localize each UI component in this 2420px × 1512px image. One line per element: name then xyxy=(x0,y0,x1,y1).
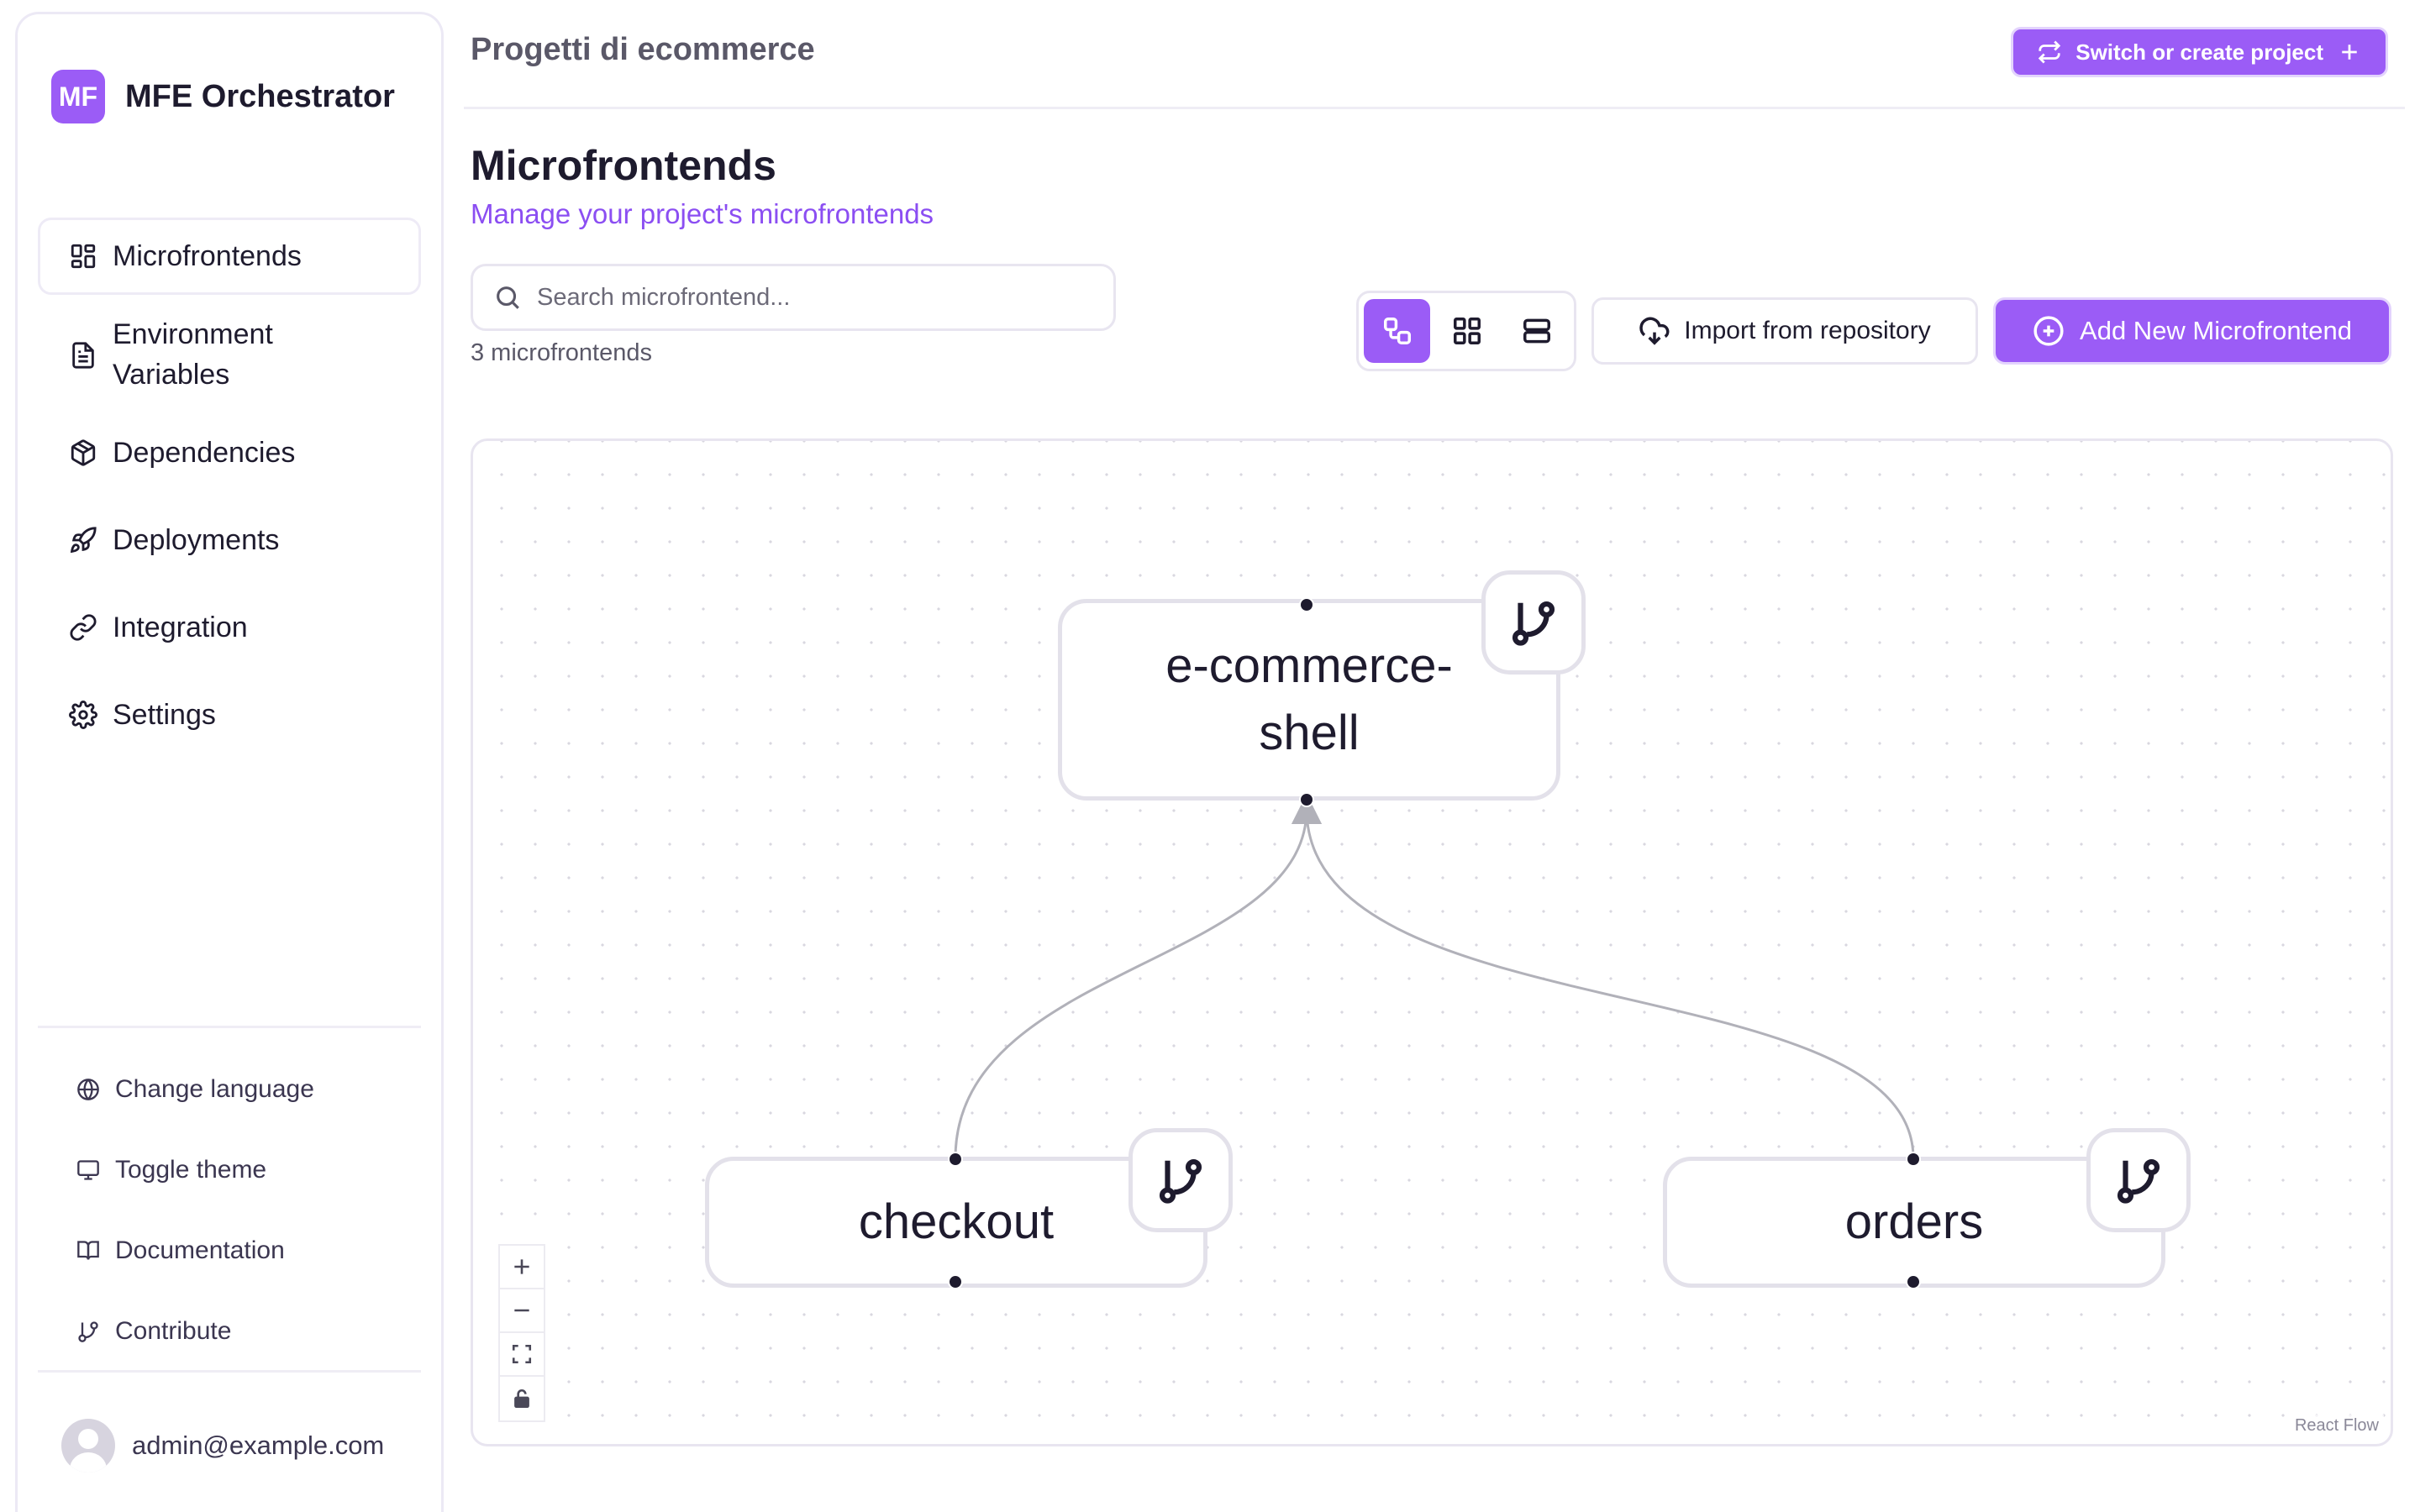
change-language-button[interactable]: Change language xyxy=(38,1049,421,1130)
fit-view-button[interactable] xyxy=(500,1333,544,1377)
brand[interactable]: MF MFE Orchestrator xyxy=(51,70,395,123)
gear-icon xyxy=(69,701,97,729)
sidebar-item-microfrontends[interactable]: Microfrontends xyxy=(38,218,421,295)
add-microfrontend-button[interactable]: Add New Microfrontend xyxy=(1993,297,2391,365)
plus-icon xyxy=(514,1259,529,1274)
sidebar-item-dependencies[interactable]: Dependencies xyxy=(38,414,421,491)
project-title: Progetti di ecommerce xyxy=(471,32,815,67)
sidebar-item-label: Dependencies xyxy=(113,436,296,469)
user-menu[interactable]: admin@example.com xyxy=(61,1419,384,1473)
link-icon xyxy=(69,613,97,642)
node-orders-repo-badge[interactable] xyxy=(2086,1128,2191,1232)
search-icon xyxy=(497,286,519,309)
workflow-icon xyxy=(1383,318,1411,344)
view-mode-toggle xyxy=(1356,291,1576,371)
react-flow-attribution[interactable]: React Flow xyxy=(2289,1415,2384,1437)
plus-icon xyxy=(2342,45,2357,60)
documentation-label: Documentation xyxy=(115,1236,285,1264)
sidebar-nav: Microfrontends Environment Variables Dep… xyxy=(38,218,421,764)
layout-dashboard-icon xyxy=(69,242,97,270)
switch-project-button[interactable]: Switch or create project xyxy=(2011,27,2388,77)
sidebar-item-environment-variables[interactable]: Environment Variables xyxy=(38,305,421,404)
search-input[interactable] xyxy=(537,283,1075,312)
fit-view-icon xyxy=(512,1344,532,1364)
microfrontend-count: 3 microfrontends xyxy=(471,339,652,366)
sidebar-item-label: Deployments xyxy=(113,523,280,556)
sidebar-divider xyxy=(38,1370,421,1373)
avatar xyxy=(61,1419,115,1473)
list-view-button[interactable] xyxy=(1504,299,1570,363)
edge-checkout-to-shell[interactable] xyxy=(954,794,1322,1159)
node-handle[interactable] xyxy=(948,1152,963,1167)
flow-controls xyxy=(498,1244,545,1422)
cloud-download-icon xyxy=(1639,317,1670,345)
brand-name: MFE Orchestrator xyxy=(125,78,395,114)
import-from-repository-button[interactable]: Import from repository xyxy=(1591,297,1978,365)
node-shell-repo-badge[interactable] xyxy=(1481,570,1586,675)
zoom-in-button[interactable] xyxy=(500,1246,544,1289)
minus-icon xyxy=(514,1309,529,1312)
flow-edges xyxy=(954,794,1915,1159)
node-handle[interactable] xyxy=(948,1274,963,1289)
sidebar-divider xyxy=(38,1026,421,1028)
git-branch-icon xyxy=(2117,1158,2160,1204)
sidebar-item-integration[interactable]: Integration xyxy=(38,589,421,666)
globe-icon xyxy=(77,1079,99,1100)
sidebar-item-label: Settings xyxy=(113,698,216,731)
plus-circle-icon xyxy=(2033,316,2064,346)
grid-view-button[interactable] xyxy=(1434,299,1500,363)
sidebar-item-settings[interactable]: Settings xyxy=(38,676,421,753)
flow-canvas[interactable]: e-commerce-shell checkout orders React F… xyxy=(471,438,2393,1446)
node-label: e-commerce-shell xyxy=(1165,638,1453,760)
sidebar-item-label: Integration xyxy=(113,611,248,643)
search-box xyxy=(471,264,1116,331)
sidebar-item-label: Microfrontends xyxy=(113,239,302,272)
rocket-icon xyxy=(69,526,97,554)
toggle-theme-button[interactable]: Toggle theme xyxy=(38,1130,421,1210)
git-branch-icon xyxy=(78,1321,98,1342)
change-language-label: Change language xyxy=(115,1075,314,1103)
brand-logo: MF xyxy=(51,70,105,123)
repeat-icon xyxy=(2039,40,2061,64)
sidebar-item-deployments[interactable]: Deployments xyxy=(38,501,421,579)
import-label: Import from repository xyxy=(1684,317,1931,344)
package-icon xyxy=(69,438,97,467)
zoom-out-button[interactable] xyxy=(500,1289,544,1333)
documentation-link[interactable]: Documentation xyxy=(38,1210,421,1291)
sidebar-utilities: Change language Toggle theme Documentati… xyxy=(38,1049,421,1372)
page-subtitle: Manage your project's microfrontends xyxy=(471,198,934,229)
node-handle[interactable] xyxy=(1299,597,1314,612)
git-branch-icon xyxy=(1159,1158,1202,1204)
lock-button[interactable] xyxy=(500,1377,544,1420)
monitor-icon xyxy=(77,1160,99,1180)
contribute-link[interactable]: Contribute xyxy=(38,1291,421,1372)
toggle-theme-label: Toggle theme xyxy=(115,1156,267,1184)
add-label: Add New Microfrontend xyxy=(2080,316,2352,345)
node-handle[interactable] xyxy=(1906,1152,1921,1167)
lock-icon xyxy=(514,1389,529,1409)
git-branch-icon xyxy=(1512,601,1555,646)
book-open-icon xyxy=(77,1241,99,1260)
node-label: orders xyxy=(1844,1194,1984,1249)
node-checkout-repo-badge[interactable] xyxy=(1128,1128,1233,1232)
user-email: admin@example.com xyxy=(132,1431,385,1460)
node-handle[interactable] xyxy=(1299,792,1314,807)
switch-project-label: Switch or create project xyxy=(2075,39,2323,65)
contribute-label: Contribute xyxy=(115,1317,232,1345)
rows-icon xyxy=(1523,318,1551,344)
file-text-icon xyxy=(69,340,97,369)
top-bar: Progetti di ecommerce Switch or create p… xyxy=(464,0,2405,109)
sidebar: MF MFE Orchestrator Microfrontends Envir… xyxy=(15,12,444,1512)
grid-icon xyxy=(1453,318,1481,344)
node-label: checkout xyxy=(858,1194,1055,1249)
page-title: Microfrontends xyxy=(471,142,776,189)
graph-view-button[interactable] xyxy=(1364,299,1431,363)
sidebar-item-label: Environment Variables xyxy=(113,318,273,391)
node-handle[interactable] xyxy=(1906,1274,1921,1289)
edge-orders-to-shell[interactable] xyxy=(1292,794,1915,1159)
